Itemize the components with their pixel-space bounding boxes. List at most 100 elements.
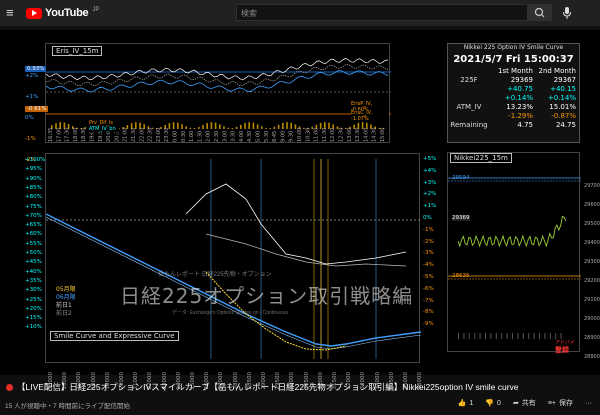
video-meta: 15 人が視聴中・7 時間前にライブ配信開始 [5,403,130,410]
more-button[interactable]: ··· [585,398,592,408]
iv-legend-2: ATM_IV_bn [86,126,119,132]
iv-x-tick: 1:00 [189,131,195,142]
save-button[interactable]: ≡+ 保存 [548,398,573,408]
search-box[interactable] [236,4,528,21]
iv-x-tick: 12:00 [330,128,336,142]
iv-x-tick: 21:00 [123,128,129,142]
iv-y-tick: +1% [25,94,39,100]
share-label: 共有 [521,400,536,407]
fut-marker-1: 29594 [452,175,470,181]
fut-y-tick: 29700 [584,183,600,189]
search-icon [534,7,545,18]
iv-badge-2: -0.61% [25,106,49,112]
iv-panel-label: Eris_IV_15m [52,46,103,56]
smile-left-tick: +70% [25,212,42,219]
video-actions: 👍 1 👎 0 ➦ 共有 ≡+ 保存 ··· [458,398,592,408]
smile-right-tick: 0% [423,215,432,221]
video-title: 【LIVE配信】日経225オプションIVスマイルカーブ【岳もんレポート日経225… [17,382,519,392]
iv-x-tick: 16:35 [48,128,54,142]
save-icon: ≡+ [547,399,556,407]
iv-x-tick: 17:30 [65,128,71,142]
fut-y-tick: 28900 [584,335,600,341]
smile-right-tick: -4% [423,262,434,269]
smile-left-tick: +30% [25,287,42,294]
iv-x-tick: 21:30 [131,128,137,142]
smile-right-tick: +4% [423,167,437,174]
cell-rem-1: 4.75 [517,120,533,129]
smile-left-tick: +60% [25,231,42,238]
search-input[interactable] [241,7,481,19]
iv-x-tick: 17:00 [56,128,62,142]
smile-left-tick: +95% [25,166,42,173]
smile-left-tick: +45% [25,259,42,266]
table-datetime: 2021/5/7 Fri 15:00:37 [453,54,574,65]
smile-left-tick: +65% [25,222,42,229]
iv-badge-1: 0.93% [25,66,47,72]
fut-y-tick: 29100 [584,297,600,303]
search-button[interactable] [528,4,552,21]
smile-right-tick: -8% [423,309,434,316]
row-label-remaining: Remaining [450,120,488,129]
iv-x-tick: 3:00 [222,131,228,142]
smile-left-tick: +80% [25,194,42,201]
smile-left-tick: +90% [25,175,42,182]
microphone-icon[interactable] [562,6,572,20]
col-header-1: 1st Month [497,66,533,75]
iv-x-tick: 14:30 [372,128,378,142]
smile-right-tick: -6% [423,285,434,292]
iv-x-tick: 13:30 [355,128,361,142]
smile-right-tick: -1% [423,226,434,233]
live-indicator-icon [6,384,13,391]
futures-panel-label: Nikkei225_15m [450,153,512,163]
save-label: 保存 [559,400,573,407]
smile-right-tick: -9% [423,321,434,328]
iv-y-tick: +2% [25,73,39,79]
futures-chart-panel: Nikkei225_15m 29594 29369 28635 アドバイス 登録 [447,152,581,354]
iv-x-tick: 5:00 [256,131,262,142]
like-button[interactable]: 👍 1 [458,398,474,408]
iv-x-tick: 9:30 [289,131,295,142]
smile-left-tick: +85% [25,184,42,191]
youtube-logo[interactable]: YouTube JP [26,6,99,20]
dislike-count: 0 [497,399,501,407]
legend-item: 06月限 [56,294,76,301]
smile-panel-label: Smile Curve and Expressive Curve [50,331,179,341]
smile-left-tick: +50% [25,250,42,256]
fut-marker-2: 29369 [452,215,470,221]
dislike-button[interactable]: 👎 0 [485,398,501,408]
legend-item: 05月限 [56,286,76,293]
thumbs-down-icon: 👎 [485,400,495,407]
video-player[interactable]: 16:35 17:00 17:30 18:00 18:30 19:00 19:30 20:00… [0,30,600,390]
smile-right-tick: +1% [423,203,437,210]
col-header-2: 2nd Month [538,66,577,75]
cell-atm-2: 15.01% [549,102,576,111]
fut-y-tick: 29600 [584,202,600,208]
smile-chart-panel: Smile Curve and Expressive Curve 05月限 06… [45,153,421,363]
iv-chart-panel: 16:35 17:00 17:30 18:00 18:30 19:00 19:30 20:00… [45,43,391,143]
iv-x-tick: 2:00 [206,131,212,142]
share-icon: ➦ [512,400,519,407]
cell-rem-2: 24.75 [555,120,576,129]
smile-right-tick: +3% [423,179,437,186]
iv-x-tick: 11:30 [322,128,328,142]
iv-x-tick: 11:00 [314,128,320,142]
iv-x-tick: 0:30 [181,131,187,142]
smile-left-tick: +20% [25,305,42,312]
iv-x-tick: 10:00 [297,128,303,142]
iv-x-tick: 14:00 [363,128,369,142]
iv-x-tick: 4:00 [239,131,245,142]
smile-right-tick: -7% [423,297,434,304]
table-title: Nikkei 225 Option IV Smile Curve [463,44,564,51]
iv-x-tick: 10:30 [305,128,311,142]
smile-right-tick: +2% [423,191,437,198]
iv-x-tick: 9:00 [280,131,286,142]
share-button[interactable]: ➦ 共有 [513,398,536,408]
iv-x-tick: 3:30 [231,131,237,142]
fut-y-tick: 29000 [584,316,600,322]
menu-icon[interactable]: ≡ [6,6,20,20]
smile-right-tick: -2% [423,238,434,245]
iv-x-tick: 2:30 [214,131,220,142]
watermark-main: 日経225オプション取引戦略編 [120,284,414,308]
cell-atm-chg-1: -1.29% [508,111,533,120]
play-logo-icon [26,7,42,19]
